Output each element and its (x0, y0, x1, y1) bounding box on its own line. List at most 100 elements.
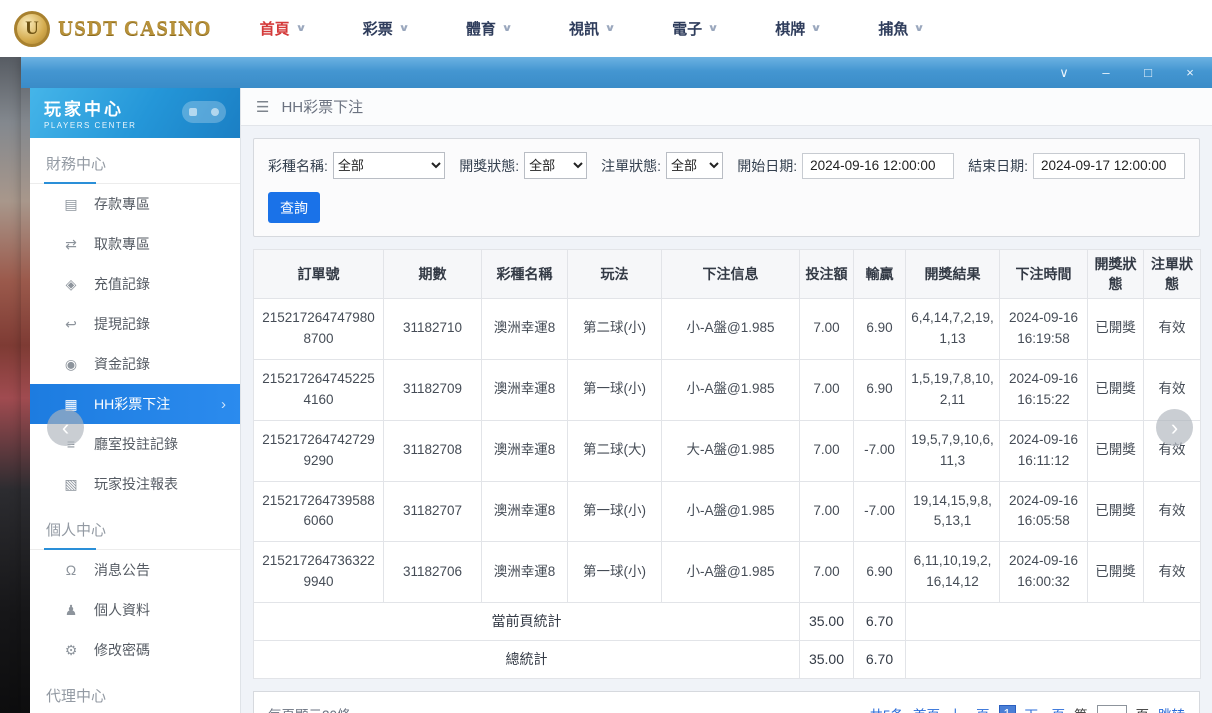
cell-result: 19,5,7,9,10,6,11,3 (906, 420, 1000, 481)
recharge-icon: ◈ (62, 276, 80, 293)
cell-draw-status: 已開獎 (1088, 359, 1144, 420)
cell-play: 第一球(小) (568, 481, 662, 542)
cell-play: 第一球(小) (568, 542, 662, 603)
current-page-button[interactable]: 1 (999, 705, 1016, 713)
nav-label: 彩票 (363, 18, 393, 39)
search-button[interactable]: 查詢 (268, 192, 320, 223)
bets-table: 訂單號 期數 彩種名稱 玩法 下注信息 投注額 輸贏 開獎結果 下注時間 開獎狀… (253, 249, 1201, 679)
jump-button[interactable]: 跳转 (1158, 704, 1185, 713)
first-page-link[interactable]: 首页 (913, 704, 940, 713)
pagination-bar: 每頁顯示20條 共5条 首页 上一页 1 下一页 第 页 跳转 (253, 691, 1200, 713)
nav-item-home[interactable]: 首頁 ∨ (260, 18, 305, 39)
chevron-down-icon: ∨ (501, 23, 512, 34)
sidebar-item-deposit[interactable]: ▤ 存款專區 (30, 184, 240, 224)
cell-bet-info: 大-A盤@1.985 (662, 420, 800, 481)
cell-draw-status: 已開獎 (1088, 542, 1144, 603)
draw-status-select[interactable]: 全部 (524, 152, 587, 179)
funds-icon: ◉ (62, 356, 80, 373)
cell-order: 2152172647395886060 (254, 481, 384, 542)
brand-name: USDT CASINO (58, 16, 212, 41)
sidebar-item-player-bet-report[interactable]: ▧ 玩家投注報表 (30, 464, 240, 504)
gamepad-icon (182, 101, 226, 123)
sidebar-item-label: 個人資料 (94, 600, 150, 620)
sidebar-item-profile[interactable]: ♟ 個人資料 (30, 590, 240, 630)
total-summary-empty (906, 641, 1201, 679)
cell-amount: 7.00 (800, 481, 854, 542)
start-date-input[interactable] (802, 153, 954, 179)
cell-order-status: 有效 (1144, 481, 1201, 542)
cell-period: 31182706 (384, 542, 482, 603)
table-row: 2152172647427299290 31182708 澳洲幸運8 第二球(大… (254, 420, 1201, 481)
nav-label: 首頁 (260, 18, 290, 39)
nav-item-sports[interactable]: 體育 ∨ (466, 18, 511, 39)
col-header-result: 開獎結果 (906, 250, 1000, 299)
screen: U USDT CASINO 首頁 ∨ 彩票 ∨ 體育 ∨ 視訊 ∨ 電子 ∨ (0, 0, 1212, 713)
col-header-play: 玩法 (568, 250, 662, 299)
deposit-icon: ▤ (62, 196, 80, 213)
col-header-amount: 投注額 (800, 250, 854, 299)
col-header-order: 訂單號 (254, 250, 384, 299)
col-header-lottery: 彩種名稱 (482, 250, 568, 299)
sidebar-item-label: 取款專區 (94, 234, 150, 254)
top-navigation: U USDT CASINO 首頁 ∨ 彩票 ∨ 體育 ∨ 視訊 ∨ 電子 ∨ (0, 0, 1212, 57)
section-title-personal: 個人中心 (30, 504, 240, 550)
cell-draw-status: 已開獎 (1088, 481, 1144, 542)
lottery-name-select[interactable]: 全部 (333, 152, 445, 179)
lottery-name-label: 彩種名稱: (268, 156, 328, 176)
nav-label: 捕魚 (878, 18, 908, 39)
cell-time: 2024-09-16 16:11:12 (1000, 420, 1088, 481)
withdraw-icon: ⇄ (62, 236, 80, 253)
window-close-icon[interactable]: × (1182, 66, 1198, 79)
nav-item-fishing[interactable]: 捕魚 ∨ (878, 18, 923, 39)
cell-order-status: 有效 (1144, 542, 1201, 603)
jump-prefix-text: 第 (1074, 704, 1088, 713)
next-page-link[interactable]: 下一页 (1025, 704, 1066, 713)
sidebar-item-announcements[interactable]: Ω 消息公告 (30, 550, 240, 590)
sidebar-item-withdraw-record[interactable]: ↩ 提現記錄 (30, 304, 240, 344)
sidebar-item-recharge-record[interactable]: ◈ 充值記錄 (30, 264, 240, 304)
bets-table-wrapper: 訂單號 期數 彩種名稱 玩法 下注信息 投注額 輸贏 開獎結果 下注時間 開獎狀… (253, 249, 1200, 679)
cell-winloss: 6.90 (854, 299, 906, 360)
section-title-finance: 財務中心 (30, 138, 240, 184)
cell-bet-info: 小-A盤@1.985 (662, 542, 800, 603)
cell-lottery: 澳洲幸運8 (482, 420, 568, 481)
total-summary-label: 總統計 (254, 641, 800, 679)
window-minimize-icon[interactable]: – (1098, 66, 1114, 79)
chevron-down-icon: ∨ (914, 23, 925, 34)
menu-toggle-icon[interactable]: ☰ (256, 98, 269, 116)
cell-period: 31182708 (384, 420, 482, 481)
cell-lottery: 澳洲幸運8 (482, 542, 568, 603)
brand-logo-icon: U (14, 11, 50, 47)
carousel-left-arrow-icon[interactable]: ‹ (47, 409, 84, 446)
cell-bet-info: 小-A盤@1.985 (662, 359, 800, 420)
user-icon: ♟ (62, 602, 80, 619)
table-row: 2152172647479808700 31182710 澳洲幸運8 第二球(小… (254, 299, 1201, 360)
table-row: 2152172647452254160 31182709 澳洲幸運8 第一球(小… (254, 359, 1201, 420)
window-maximize-icon[interactable]: □ (1140, 66, 1156, 79)
nav-item-lottery[interactable]: 彩票 ∨ (363, 18, 408, 39)
chevron-down-icon: ∨ (295, 23, 306, 34)
brand-logo[interactable]: U USDT CASINO (14, 11, 212, 47)
sidebar-item-withdraw[interactable]: ⇄ 取款專區 (30, 224, 240, 264)
sidebar-item-label: 存款專區 (94, 194, 150, 214)
window-collapse-icon[interactable]: ∨ (1056, 66, 1072, 79)
sidebar-header: 玩家中心 PLAYERS CENTER (30, 88, 240, 138)
cell-lottery: 澳洲幸運8 (482, 481, 568, 542)
page-jump-input[interactable] (1097, 705, 1127, 713)
carousel-right-arrow-icon[interactable]: › (1156, 409, 1193, 446)
page-summary-bet: 35.00 (800, 603, 854, 641)
section-title-agent: 代理中心 (30, 670, 240, 713)
start-date-label: 開始日期: (737, 156, 797, 176)
cell-amount: 7.00 (800, 542, 854, 603)
nav-item-slots[interactable]: 電子 ∨ (672, 18, 717, 39)
nav-item-live[interactable]: 視訊 ∨ (569, 18, 614, 39)
table-header-row: 訂單號 期數 彩種名稱 玩法 下注信息 投注額 輸贏 開獎結果 下注時間 開獎狀… (254, 250, 1201, 299)
end-date-input[interactable] (1033, 153, 1185, 179)
sidebar-item-change-password[interactable]: ⚙ 修改密碼 (30, 630, 240, 670)
filter-panel: 彩種名稱: 全部 開獎狀態: 全部 注單狀態: 全部 開始日期: (253, 138, 1200, 237)
sidebar-item-funds-record[interactable]: ◉ 資金記錄 (30, 344, 240, 384)
cell-result: 6,11,10,19,2,16,14,12 (906, 542, 1000, 603)
nav-item-cards[interactable]: 棋牌 ∨ (775, 18, 820, 39)
prev-page-link[interactable]: 上一页 (949, 704, 990, 713)
order-status-select[interactable]: 全部 (666, 152, 723, 179)
